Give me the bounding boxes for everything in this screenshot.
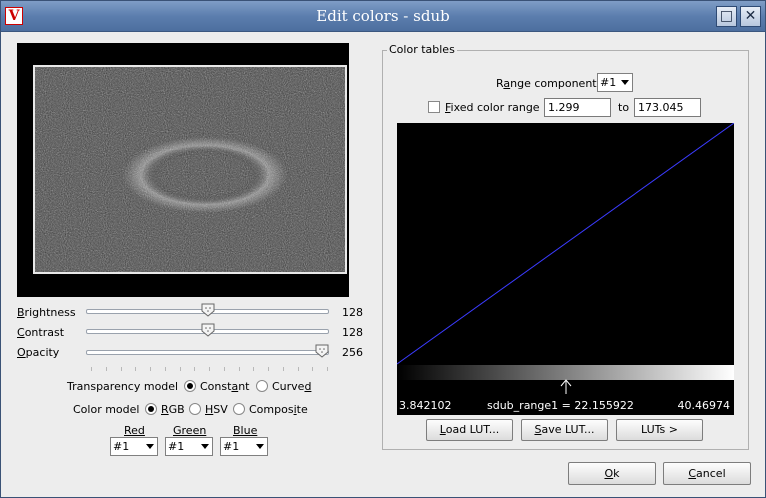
color-model-label: Color model (73, 403, 140, 416)
edit-colors-window: V Edit colors - sdub □ ✕ Brightness 128 … (0, 0, 766, 498)
color-model-rgb-radio[interactable] (145, 403, 157, 415)
lut-min-label: 3.842102 (399, 399, 452, 412)
fixed-color-range-label: Fixed color range (445, 101, 540, 114)
chevron-down-icon (201, 444, 209, 449)
slider-tick (105, 367, 107, 371)
green-select-value: #1 (168, 440, 185, 453)
opacity-slider-thumb[interactable] (315, 344, 329, 358)
slider-tick (91, 367, 92, 371)
close-button[interactable]: ✕ (740, 6, 761, 27)
opacity-slider[interactable] (86, 350, 329, 355)
luts-menu-button[interactable]: LUTs > (616, 419, 703, 441)
brightness-value: 128 (342, 306, 363, 319)
blue-label: Blue (233, 424, 258, 437)
slider-tick (223, 367, 225, 371)
chevron-down-icon (621, 80, 629, 85)
contrast-value: 128 (342, 326, 363, 339)
slider-tick (194, 367, 196, 371)
slider-tick (238, 367, 240, 371)
fixed-color-range-checkbox[interactable] (428, 101, 440, 113)
chevron-down-icon (146, 444, 154, 449)
ok-button[interactable]: Ok (568, 462, 656, 485)
color-model-rgb-label: RGB (161, 403, 185, 416)
color-tables-title: Color tables (387, 43, 457, 56)
range-component-value: #1 (600, 76, 617, 89)
color-model-composite-label: Composite (249, 403, 308, 416)
title-bar[interactable]: V Edit colors - sdub □ ✕ (1, 1, 765, 32)
image-preview-canvas (33, 65, 347, 274)
load-lut-button[interactable]: Load LUT... (426, 419, 513, 441)
transparency-constant-radio[interactable] (184, 380, 196, 392)
opacity-label: Opacity (17, 346, 60, 359)
slider-tick (268, 367, 269, 371)
brightness-slider-thumb[interactable] (201, 303, 215, 317)
red-label: Red (124, 424, 145, 437)
lut-gradient-bar (397, 365, 734, 380)
restore-button[interactable]: □ (716, 6, 737, 27)
slider-tick (312, 367, 314, 371)
slider-tick (120, 367, 122, 371)
slider-tick (297, 367, 299, 371)
transparency-model-label: Transparency model (67, 380, 179, 393)
contrast-label: Contrast (17, 326, 65, 339)
red-select-value: #1 (113, 440, 130, 453)
opacity-value: 256 (342, 346, 363, 359)
slider-tick (327, 367, 328, 371)
slider-tick (282, 367, 284, 371)
cancel-button[interactable]: Cancel (663, 462, 751, 485)
red-select[interactable]: #1 (110, 437, 158, 456)
lut-probe-label: sdub_range1 = 22.155922 (487, 399, 634, 412)
range-to-label: to (618, 101, 630, 114)
slider-tick (209, 367, 210, 371)
color-model-hsv-radio[interactable] (189, 403, 201, 415)
slider-tick (164, 367, 166, 371)
brightness-label: Brightness (17, 306, 76, 319)
lut-transfer-line (397, 123, 734, 365)
up-arrow-icon (560, 379, 571, 394)
opacity-slider-ticks (91, 367, 328, 371)
contrast-slider-thumb[interactable] (201, 323, 215, 337)
green-label: Green (173, 424, 207, 437)
lut-editor-canvas[interactable]: 3.842102 sdub_range1 = 22.155922 40.4697… (397, 123, 734, 415)
window-title: Edit colors - sdub (316, 7, 450, 25)
slider-tick (135, 367, 137, 371)
save-lut-button[interactable]: Save LUT... (521, 419, 608, 441)
lut-max-label: 40.46974 (677, 399, 731, 412)
range-max-input[interactable]: 173.045 (634, 98, 701, 117)
chevron-down-icon (256, 444, 264, 449)
range-min-input[interactable]: 1.299 (544, 98, 611, 117)
range-component-select[interactable]: #1 (597, 73, 633, 92)
slider-tick (253, 367, 255, 371)
transparency-curved-radio[interactable] (256, 380, 268, 392)
transparency-constant-label: Constant (200, 380, 250, 393)
slider-tick (150, 367, 151, 371)
image-ring-feature (123, 137, 287, 213)
range-component-label: Range component (496, 77, 597, 90)
blue-select[interactable]: #1 (220, 437, 268, 456)
color-model-hsv-label: HSV (205, 403, 228, 416)
color-model-composite-radio[interactable] (233, 403, 245, 415)
transparency-curved-label: Curved (272, 380, 312, 393)
lut-curve-plot (397, 123, 734, 365)
image-preview (17, 43, 349, 297)
slider-tick (179, 367, 181, 371)
blue-select-value: #1 (223, 440, 240, 453)
green-select[interactable]: #1 (165, 437, 213, 456)
